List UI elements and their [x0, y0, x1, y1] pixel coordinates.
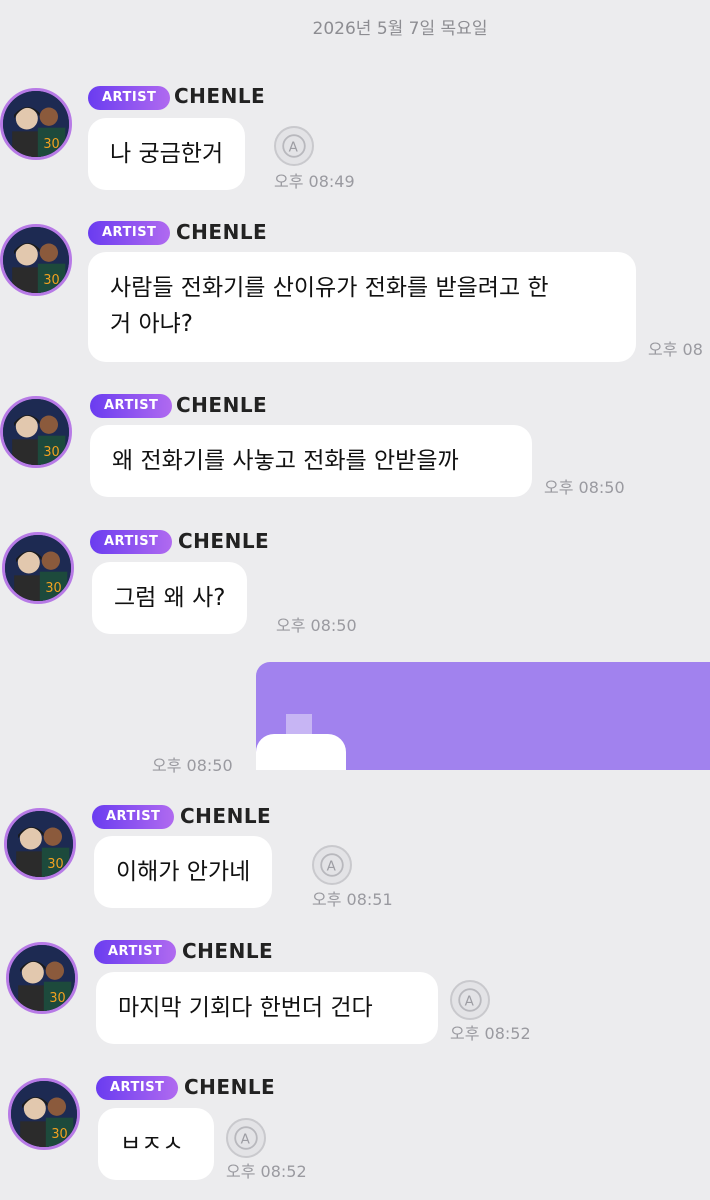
message-time: 오후 08:50: [276, 616, 357, 635]
artist-badge: ARTIST: [90, 530, 173, 554]
message-time: 오후 08:51: [312, 890, 393, 909]
artist-badge: ARTIST: [88, 86, 171, 110]
message-bubble[interactable]: 이해가 안가네: [94, 836, 273, 908]
translate-icon[interactable]: A: [450, 980, 490, 1020]
redaction-mark: [256, 734, 346, 770]
sender-name: CHENLE: [174, 84, 266, 108]
artist-avatar[interactable]: 30: [8, 1078, 80, 1150]
date-divider: 2026년 5월 7일 목요일: [312, 19, 488, 39]
svg-text:A: A: [241, 1131, 251, 1147]
svg-text:A: A: [327, 858, 337, 874]
artist-avatar[interactable]: 30: [0, 88, 72, 160]
sender-name: CHENLE: [178, 529, 270, 553]
artist-avatar[interactable]: 30: [6, 942, 78, 1014]
artist-avatar[interactable]: 30: [0, 396, 72, 468]
message-time: 오후 08:50: [544, 478, 625, 497]
message-bubble[interactable]: 나 궁금한거: [88, 118, 246, 190]
message-bubble[interactable]: 마지막 기회다 한번더 건다: [96, 972, 438, 1044]
message-time: 오후 08: [648, 340, 703, 359]
sender-name: CHENLE: [176, 220, 268, 244]
message-line: 거 아냐?: [110, 311, 193, 337]
message-time: 오후 08:52: [450, 1024, 531, 1043]
artist-avatar[interactable]: 30: [0, 224, 72, 296]
message-bubble[interactable]: ㅂㅈㅅ: [98, 1108, 214, 1180]
svg-text:30: 30: [43, 137, 59, 152]
message-bubble[interactable]: 왜 전화기를 사놓고 전화를 안받을까: [90, 425, 532, 497]
message-line: 사람들 전화기를 산이유가 전화를 받을려고 한: [110, 275, 549, 301]
translate-icon[interactable]: A: [274, 126, 314, 166]
svg-text:30: 30: [47, 857, 63, 872]
svg-text:30: 30: [45, 581, 61, 596]
svg-text:30: 30: [43, 445, 59, 460]
sender-name: CHENLE: [180, 804, 272, 828]
svg-text:30: 30: [49, 991, 65, 1006]
my-message-time: 오후 08:50: [152, 756, 233, 775]
sender-name: CHENLE: [182, 939, 274, 963]
artist-avatar[interactable]: 30: [4, 808, 76, 880]
sender-name: CHENLE: [176, 393, 268, 417]
message-bubble[interactable]: 그럼 왜 사?: [92, 562, 248, 634]
message-bubble[interactable]: 사람들 전화기를 산이유가 전화를 받을려고 한 거 아냐?: [88, 252, 636, 362]
svg-text:30: 30: [43, 273, 59, 288]
message-time: 오후 08:49: [274, 172, 355, 191]
artist-badge: ARTIST: [88, 221, 171, 245]
artist-badge: ARTIST: [94, 940, 177, 964]
svg-text:A: A: [289, 139, 299, 155]
artist-badge: ARTIST: [96, 1076, 179, 1100]
translate-icon[interactable]: A: [226, 1118, 266, 1158]
sender-name: CHENLE: [184, 1075, 276, 1099]
artist-avatar[interactable]: 30: [2, 532, 74, 604]
translate-icon[interactable]: A: [312, 845, 352, 885]
message-time: 오후 08:52: [226, 1162, 307, 1181]
artist-badge: ARTIST: [92, 805, 175, 829]
artist-badge: ARTIST: [90, 394, 173, 418]
svg-text:30: 30: [51, 1127, 67, 1142]
my-message-bubble[interactable]: [256, 662, 710, 770]
svg-text:A: A: [465, 993, 475, 1009]
